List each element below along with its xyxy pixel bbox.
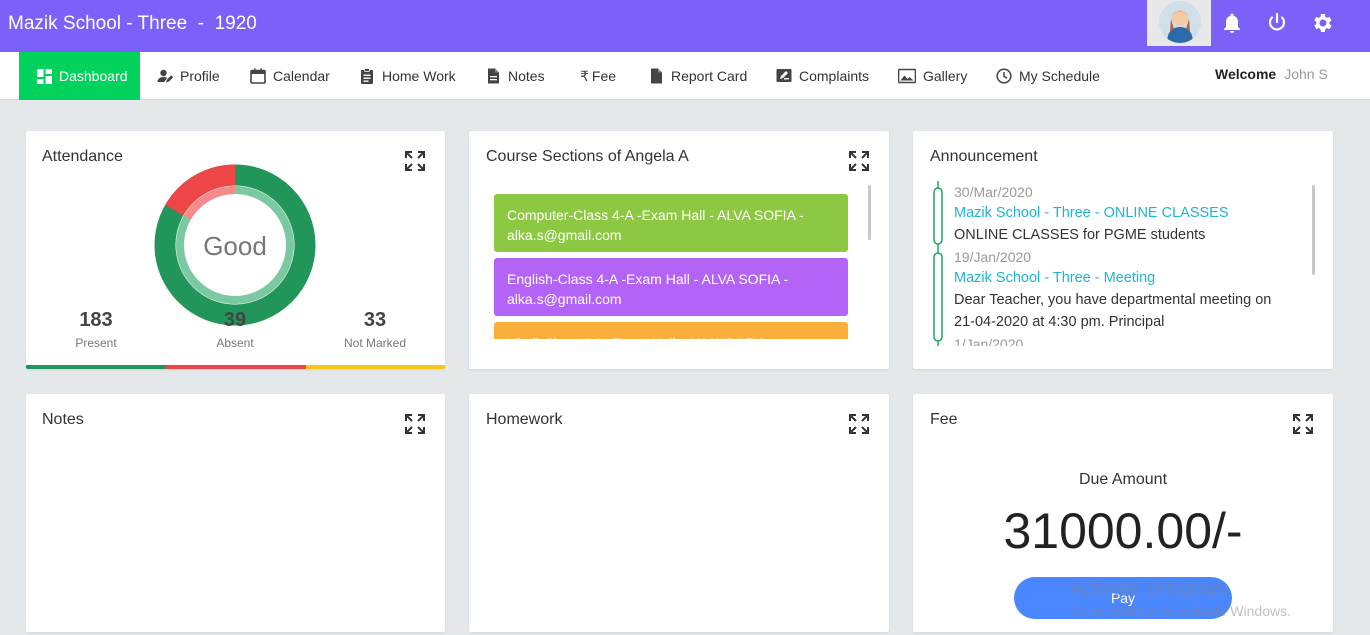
power-icon[interactable] — [1265, 11, 1289, 35]
absent-bar — [166, 365, 306, 369]
nav-item-my-schedule[interactable]: My Schedule — [996, 52, 1100, 100]
notes-card: Notes — [26, 394, 445, 632]
nav-item-notes[interactable]: Notes — [485, 52, 545, 100]
bell-icon[interactable] — [1220, 11, 1244, 35]
nav-item-calendar[interactable]: Calendar — [250, 52, 330, 100]
due-amount-value: 31000.00/- — [1003, 503, 1243, 559]
announcement-body: Dear Teacher, you have departmental meet… — [954, 292, 1272, 308]
clock-icon — [996, 68, 1012, 84]
not-marked-count: 33 — [363, 309, 387, 331]
nav-label-report-card: Report Card — [671, 68, 748, 84]
expand-icon[interactable] — [404, 150, 426, 172]
nav-label-homework: Home Work — [382, 68, 456, 84]
not-marked-bar — [306, 365, 445, 369]
nav-item-complaints[interactable]: Complaints — [776, 52, 869, 100]
app-title: Mazik School - Three - 1920 — [8, 13, 257, 34]
rupee-icon: ₹ — [580, 67, 589, 84]
expand-icon[interactable] — [1292, 413, 1314, 435]
nav-bar: Dashboard Profile Calendar Home Work Not… — [0, 52, 1370, 100]
avatar — [1159, 1, 1201, 43]
scrollbar[interactable] — [1312, 185, 1315, 275]
announcement-list: 30/Mar/2020 Mazik School - Three - ONLIN… — [929, 181, 1319, 346]
homework-title: Homework — [486, 411, 563, 428]
nav-item-profile[interactable]: Profile — [157, 52, 220, 100]
due-amount-label: Due Amount — [1078, 471, 1168, 488]
present-bar — [26, 365, 166, 369]
announcement-title: Announcement — [930, 148, 1038, 165]
announcement-body: 21-04-2020 at 4:30 pm. Principal — [954, 314, 1165, 330]
nav-item-fee[interactable]: ₹ Fee — [580, 52, 616, 100]
not-marked-stat: 33 Not Marked — [315, 309, 435, 350]
pay-button[interactable]: Pay — [1014, 577, 1232, 619]
course-list: Computer-Class 4-A -Exam Hall - ALVA SOF… — [494, 194, 849, 339]
present-count: 183 — [79, 309, 113, 331]
announcement-date: 1/Jan/2020 — [954, 336, 1024, 346]
absent-stat: 39 Absent — [175, 309, 295, 350]
announcement-date: 30/Mar/2020 — [954, 184, 1033, 200]
gallery-icon — [898, 68, 916, 84]
course-item[interactable]: Hindi-Class 4-A -Exam Hall - ALVA SOFIA … — [494, 322, 848, 339]
absent-count: 39 — [223, 309, 247, 331]
avatar-button[interactable] — [1147, 0, 1211, 46]
nav-item-gallery[interactable]: Gallery — [898, 52, 967, 100]
welcome-label: Welcome — [1215, 66, 1277, 82]
gear-icon[interactable] — [1310, 11, 1334, 35]
notes-title: Notes — [42, 411, 84, 428]
attendance-status: Good — [203, 231, 267, 261]
course-sections-card: Course Sections of Angela A Computer-Cla… — [469, 131, 889, 369]
nav-label-notes: Notes — [508, 68, 545, 84]
nav-item-report-card[interactable]: Report Card — [648, 52, 747, 100]
present-label: Present — [75, 336, 117, 350]
course-item[interactable]: Computer-Class 4-A -Exam Hall - ALVA SOF… — [494, 194, 848, 252]
nav-label-profile: Profile — [180, 68, 220, 84]
top-bar: Mazik School - Three - 1920 — [0, 0, 1370, 52]
attendance-donut: Good — [154, 164, 316, 326]
nav-label-calendar: Calendar — [273, 68, 330, 84]
complaint-icon — [776, 68, 792, 84]
nav-item-homework[interactable]: Home Work — [359, 52, 456, 100]
nav-label-my-schedule: My Schedule — [1019, 68, 1100, 84]
scrollbar[interactable] — [868, 185, 871, 240]
expand-icon[interactable] — [848, 413, 870, 435]
profile-icon — [157, 68, 173, 84]
announcement-heading[interactable]: Mazik School - Three - Meeting — [954, 270, 1155, 286]
user-name: John S — [1284, 66, 1328, 82]
nav-label-fee: Fee — [591, 68, 617, 84]
course-sections-title: Course Sections of Angela A — [486, 148, 689, 165]
nav-item-dashboard[interactable]: Dashboard — [19, 52, 140, 100]
homework-card: Homework — [469, 394, 889, 632]
present-stat: 183 Present — [36, 309, 156, 350]
fee-title: Fee — [930, 411, 958, 428]
announcement-card: Announcement 30/Mar/2020 Mazik School - … — [913, 131, 1333, 369]
absent-label: Absent — [216, 336, 254, 350]
attendance-card: Attendance Good 183 Present 39 Absent 33… — [26, 131, 445, 369]
attendance-title: Attendance — [42, 148, 123, 165]
expand-icon[interactable] — [404, 413, 426, 435]
announcement-date: 19/Jan/2020 — [954, 249, 1032, 265]
dashboard-icon — [37, 68, 52, 84]
not-marked-label: Not Marked — [343, 336, 407, 350]
clipboard-icon — [359, 68, 375, 84]
report-icon — [648, 68, 664, 84]
timeline — [933, 181, 943, 346]
nav-label-dashboard: Dashboard — [59, 68, 128, 84]
nav-label-gallery: Gallery — [923, 68, 968, 84]
expand-icon[interactable] — [848, 150, 870, 172]
announcement-body: ONLINE CLASSES for PGME students — [954, 227, 1206, 243]
course-item[interactable]: English-Class 4-A -Exam Hall - ALVA SOFI… — [494, 258, 848, 316]
nav-label-complaints: Complaints — [799, 68, 870, 84]
calendar-icon — [250, 68, 266, 84]
document-icon — [485, 68, 501, 84]
welcome-text: Welcome John S — [1215, 66, 1328, 82]
announcement-heading[interactable]: Mazik School - Three - ONLINE CLASSES — [954, 205, 1229, 221]
